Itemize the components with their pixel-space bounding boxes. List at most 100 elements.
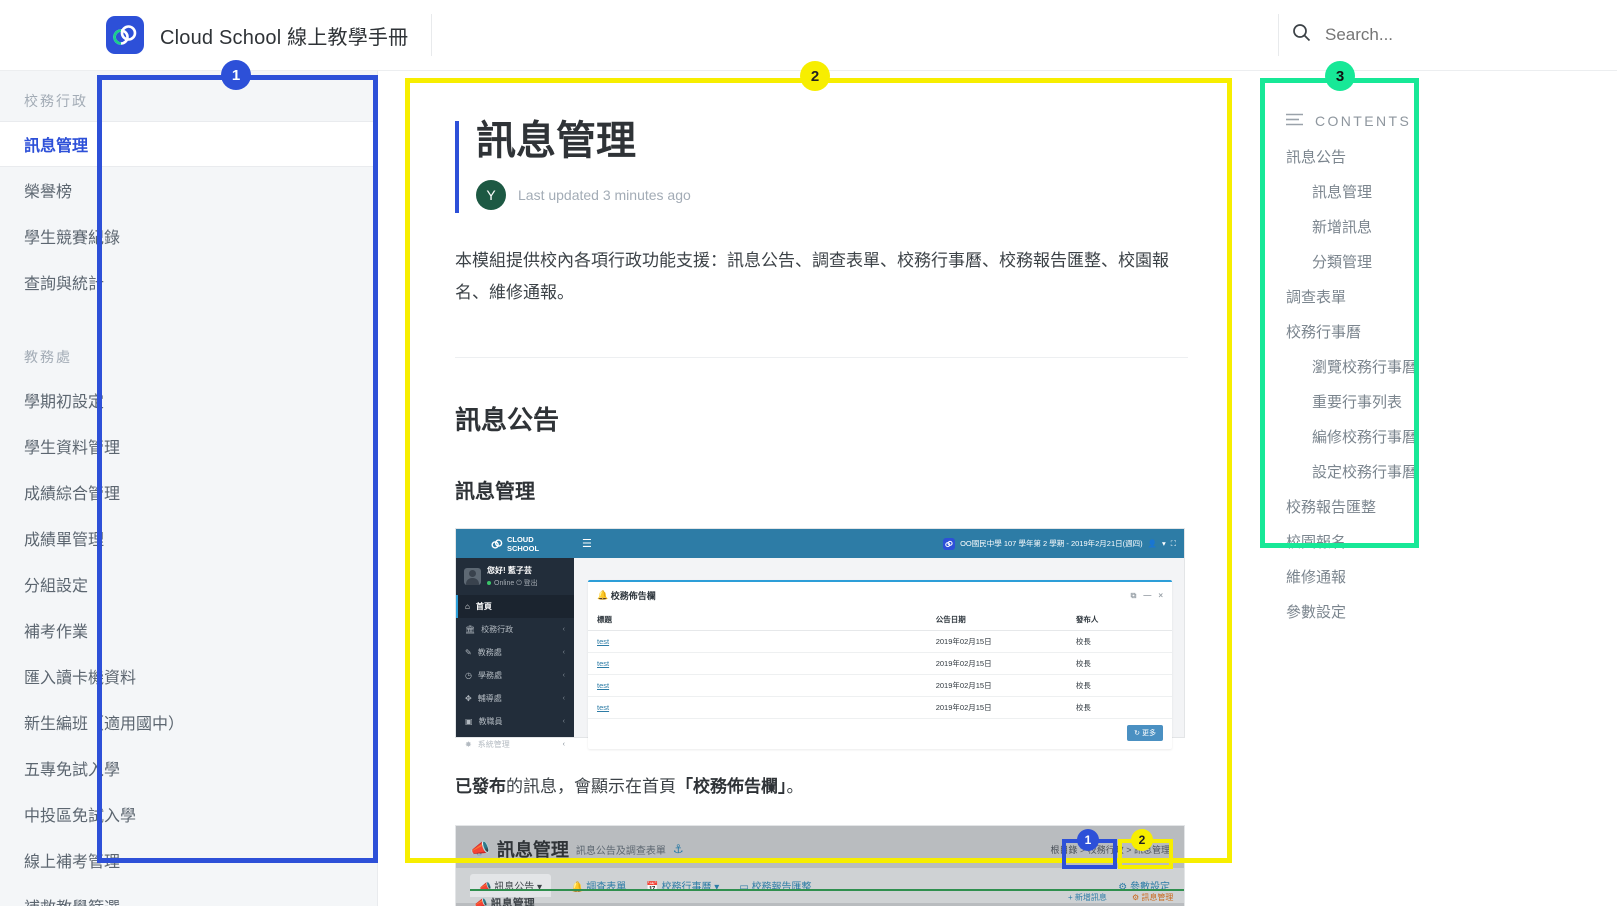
new-message-button[interactable]: + 新增訊息 xyxy=(1068,892,1107,903)
gear-icon: ⚙ xyxy=(1118,882,1128,894)
toc-item-校園報名[interactable]: 校園報名 xyxy=(1256,524,1617,559)
sidebar-item-補救教學篩選[interactable]: 補救教學篩選 xyxy=(0,883,377,906)
cell-title[interactable]: test xyxy=(588,652,927,676)
gear-icon: ⚙ xyxy=(1132,893,1140,903)
sidebar-item-補考作業[interactable]: 補考作業 xyxy=(0,607,377,653)
sidebar-item-學生資料管理[interactable]: 學生資料管理 xyxy=(0,423,377,469)
toc-item-維修通報[interactable]: 維修通報 xyxy=(1256,559,1617,594)
school-logo-icon xyxy=(943,537,956,550)
search-icon xyxy=(1292,23,1311,47)
toc-item-新增訊息[interactable]: 新增訊息 xyxy=(1256,209,1617,244)
external-link-icon[interactable]: ⛶ xyxy=(1171,539,1176,549)
megaphone-icon: 📣 xyxy=(470,841,490,859)
toc-item-重要行事列表[interactable]: 重要行事列表 xyxy=(1256,384,1617,419)
sidebar-item-中投區免試入學[interactable]: 中投區免試入學 xyxy=(0,791,377,837)
search-box[interactable] xyxy=(1292,20,1605,50)
embedded-topbar-right: OO國民中學 107 學年第 2 學期 - 2019年2月21日(週四) 👤 ▾… xyxy=(943,537,1176,550)
toc-item-編修校務行事曆[interactable]: 編修校務行事曆 xyxy=(1256,419,1617,454)
embedded-nav-首頁[interactable]: ⌂ 首頁 xyxy=(456,595,574,619)
sidebar-item-成績綜合管理[interactable]: 成績綜合管理 xyxy=(0,469,377,515)
panel-title-label: 訊息管理 xyxy=(490,898,535,906)
embedded-nav-教職員[interactable]: ▣ 教職員 ‹ xyxy=(456,710,574,733)
embedded-nav-學務處[interactable]: ◷ 學務處 ‹ xyxy=(456,664,574,687)
sidebar-item-學期初設定[interactable]: 學期初設定 xyxy=(0,377,377,423)
annotation-badge-1: 1 xyxy=(221,60,251,90)
avatar: Y xyxy=(476,179,506,210)
cell-title[interactable]: test xyxy=(588,630,927,654)
manage-message-button[interactable]: ⚙ 訊息管理 xyxy=(1132,892,1173,903)
toc-item-校務行事曆[interactable]: 校務行事曆 xyxy=(1256,314,1617,349)
tab-訊息公告[interactable]: 📣 訊息公告 ▾ xyxy=(470,874,552,898)
caption-strong: 「校務佈告欄」 xyxy=(676,777,787,797)
sidebar-item-訊息管理[interactable]: 訊息管理 xyxy=(0,121,377,167)
table-row[interactable]: test 2019年02月15日 校長 xyxy=(588,696,1172,720)
toc-item-設定校務行事曆[interactable]: 設定校務行事曆 xyxy=(1256,454,1617,489)
sidebar-item-成績單管理[interactable]: 成績單管理 xyxy=(0,515,377,561)
close-icon[interactable]: × xyxy=(1158,591,1163,601)
sidebar-item-匯入讀卡機資料[interactable]: 匯入讀卡機資料 xyxy=(0,653,377,699)
caption-mid: 的訊息，會顯示在首頁 xyxy=(506,777,676,797)
toc-item-參數設定[interactable]: 參數設定 xyxy=(1256,594,1617,629)
embedded-screenshot-dashboard: CLOUD SCHOOL 您好! 藍子芸 Online ⏻ 登出 ⌂ 首頁 🏛 … xyxy=(455,528,1185,750)
cell-title[interactable]: test xyxy=(588,674,927,698)
embedded2-title: 訊息管理 xyxy=(496,840,569,861)
brand[interactable]: Cloud School 線上教學手冊 xyxy=(106,16,408,54)
embedded-nav-教務處[interactable]: ✎ 教務處 ‹ xyxy=(456,641,574,664)
table-row[interactable]: test 2019年02月15日 校長 xyxy=(588,652,1172,676)
sidebar-item-新生編班[interactable]: 新生編班（適用國中） xyxy=(0,699,377,745)
embedded-logo: CLOUD SCHOOL xyxy=(456,529,574,559)
pen-icon: ✎ xyxy=(465,648,472,658)
toc-item-分類管理[interactable]: 分類管理 xyxy=(1256,244,1617,279)
table-header-row: 標題 公告日期 發布人 xyxy=(588,609,1172,632)
compass-icon: ✥ xyxy=(465,694,472,704)
sidebar-group-教務處: 教務處 學期初設定 學生資料管理 成績綜合管理 成績單管理 分組設定 補考作業 … xyxy=(0,327,377,906)
section-heading: 訊息公告 xyxy=(455,405,560,436)
breadcrumb: 根目錄 > 校務行政 > 訊息管理 xyxy=(1050,844,1170,855)
toc-item-訊息管理[interactable]: 訊息管理 xyxy=(1256,174,1617,209)
sidebar-item-線上補考管理[interactable]: 線上補考管理 xyxy=(0,837,377,883)
col-publisher: 發布人 xyxy=(1066,609,1172,632)
toc-heading: CONTENTS xyxy=(1315,113,1412,129)
table-of-contents: CONTENTS 訊息公告 訊息管理 新增訊息 分類管理 調查表單 校務行事曆 … xyxy=(1256,71,1617,906)
toc-item-調查表單[interactable]: 調查表單 xyxy=(1256,279,1617,314)
nav-label: 系統管理 xyxy=(477,740,510,750)
embedded-nav-輔導處[interactable]: ✥ 輔導處 ‹ xyxy=(456,687,574,710)
toc-item-訊息公告[interactable]: 訊息公告 xyxy=(1256,139,1617,174)
search-divider xyxy=(1278,14,1279,56)
bell-icon: 🔔 xyxy=(571,882,584,894)
annotation-badge-4: 1 xyxy=(1077,829,1099,851)
sidebar-item-榮譽榜[interactable]: 榮譽榜 xyxy=(0,167,377,213)
search-input[interactable] xyxy=(1325,25,1605,45)
more-button[interactable]: ↻ 更多 xyxy=(1127,725,1163,742)
refresh-icon: ↻ xyxy=(1134,730,1141,738)
embedded2-subtitle: 訊息公告及調查表單 xyxy=(575,845,666,857)
cell-date: 2019年02月15日 xyxy=(926,630,1067,654)
chevron-down-icon: ▾ xyxy=(714,882,720,894)
sidebar-item-查詢與統計[interactable]: 查詢與統計 xyxy=(0,259,377,305)
left-sidebar[interactable]: 校務行政 訊息管理 榮譽榜 學生競賽紀錄 查詢與統計 教務處 學期初設定 學生資… xyxy=(0,71,378,906)
topbar-school-term: OO國民中學 107 學年第 2 學期 - 2019年2月21日(週四) xyxy=(960,539,1143,549)
sidebar-item-學生競賽紀錄[interactable]: 學生競賽紀錄 xyxy=(0,213,377,259)
nav-caret: ‹ xyxy=(562,649,565,657)
cell-title[interactable]: test xyxy=(588,696,927,720)
hamburger-icon[interactable]: ☰ xyxy=(582,537,592,550)
page-header: 訊息管理 Y Last updated 3 minutes ago xyxy=(455,117,1188,213)
user-icon[interactable]: 👤 xyxy=(1148,539,1157,548)
card-tools[interactable]: ⧉ — × xyxy=(1131,591,1163,601)
minimize-icon[interactable]: — xyxy=(1143,591,1151,601)
caption-strong-prefix: 已發布 xyxy=(455,777,506,797)
anchor-icon[interactable]: ⚓ xyxy=(673,842,684,856)
tab-label: 校務報告匯整 xyxy=(751,882,812,894)
toc-item-瀏覽校務行事曆[interactable]: 瀏覽校務行事曆 xyxy=(1256,349,1617,384)
sidebar-item-五專免試入學[interactable]: 五專免試入學 xyxy=(0,745,377,791)
chevron-down-icon[interactable]: ▾ xyxy=(1162,539,1166,548)
subsection-heading: 訊息管理 xyxy=(455,481,535,504)
toc-item-校務報告匯整[interactable]: 校務報告匯整 xyxy=(1256,489,1617,524)
embedded-nav-校務行政[interactable]: 🏛 校務行政 ‹ xyxy=(456,618,574,641)
expand-icon[interactable]: ⧉ xyxy=(1131,591,1137,601)
embedded-nav-系統管理[interactable]: ✸ 系統管理 ‹ xyxy=(456,733,574,756)
nav-label: 校務行政 xyxy=(481,625,514,635)
table-row[interactable]: test 2019年02月15日 校長 xyxy=(588,674,1172,698)
table-row[interactable]: test 2019年02月15日 校長 xyxy=(588,630,1172,654)
sidebar-item-分組設定[interactable]: 分組設定 xyxy=(0,561,377,607)
